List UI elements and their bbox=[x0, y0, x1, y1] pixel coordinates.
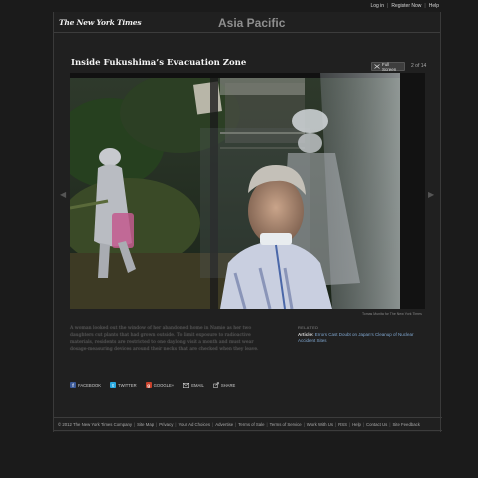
share-icon bbox=[213, 382, 219, 388]
google-plus-icon: g bbox=[145, 382, 152, 388]
full-screen-label: Full Screen bbox=[382, 61, 397, 72]
twitter-icon: t bbox=[110, 382, 117, 388]
footer-link-terms-of-service[interactable]: Terms of Service bbox=[270, 422, 302, 427]
footer-separator: | bbox=[156, 421, 158, 427]
masthead: The New York Times Asia Pacific bbox=[54, 12, 440, 33]
footer-separator: | bbox=[235, 421, 237, 427]
help-link[interactable]: Help bbox=[429, 3, 439, 9]
facebook-icon: f bbox=[70, 382, 76, 388]
share-tools: f FACEBOOK t TWITTER g GOOGLE+ EMAIL SHA… bbox=[70, 382, 235, 388]
email-icon bbox=[183, 382, 190, 388]
slideshow-headline: Inside Fukushima’s Evacuation Zone bbox=[71, 58, 247, 68]
photo-caption: A woman looked out the window of her aba… bbox=[70, 326, 259, 352]
related-label: RELATED bbox=[298, 325, 319, 330]
previous-arrow-icon[interactable]: ◀ bbox=[60, 190, 66, 199]
footer-separator: | bbox=[348, 421, 351, 427]
footer-separator: | bbox=[389, 421, 391, 427]
section-title: Asia Pacific bbox=[218, 16, 286, 30]
footer-link-contact-us[interactable]: Contact Us bbox=[366, 422, 387, 427]
share-email-label: EMAIL bbox=[191, 382, 204, 388]
top-utility-links: Log in | Register Now | Help bbox=[370, 3, 439, 9]
share-google-label: GOOGLE+ bbox=[153, 382, 175, 388]
footer: © 2012 The New York Times Company | Site … bbox=[54, 417, 442, 431]
footer-separator: | bbox=[212, 421, 214, 427]
footer-link-terms-of-sale[interactable]: Terms of Sale bbox=[238, 422, 264, 427]
footer-link-work-with-us[interactable]: Work With Us bbox=[307, 422, 333, 427]
separator: | bbox=[424, 3, 426, 9]
share-email-button[interactable]: EMAIL bbox=[183, 382, 204, 388]
footer-copyright: © 2012 The New York Times Company bbox=[58, 421, 133, 427]
share-twitter-button[interactable]: t TWITTER bbox=[110, 382, 137, 388]
footer-separator: | bbox=[175, 421, 177, 427]
footer-link-site-map[interactable]: Site Map bbox=[137, 422, 154, 427]
share-facebook-button[interactable]: f FACEBOOK bbox=[70, 382, 101, 388]
footer-link-site-feedback[interactable]: Site Feedback bbox=[392, 422, 419, 427]
footer-separator: | bbox=[303, 421, 305, 427]
related-article-type: Article: bbox=[298, 332, 314, 337]
register-link[interactable]: Register Now bbox=[391, 3, 421, 9]
share-more-label: SHARE bbox=[220, 382, 236, 388]
footer-link-rss[interactable]: RSS bbox=[338, 422, 347, 427]
full-screen-button[interactable]: Full Screen bbox=[371, 61, 405, 72]
footer-link-ad-choices[interactable]: Your Ad Choices bbox=[178, 422, 210, 427]
footer-separator: | bbox=[134, 421, 136, 427]
login-link[interactable]: Log in bbox=[370, 3, 384, 9]
related-article[interactable]: Article: Errors Cast Doubt on Japan’s Cl… bbox=[298, 332, 428, 344]
photo-credit: Tomas Munita for The New York Times bbox=[362, 312, 422, 316]
expand-icon bbox=[374, 63, 380, 70]
footer-link-help[interactable]: Help bbox=[352, 422, 361, 427]
share-google-button[interactable]: g GOOGLE+ bbox=[145, 382, 175, 388]
footer-separator: | bbox=[362, 421, 365, 427]
nyt-logo[interactable]: The New York Times bbox=[59, 18, 142, 27]
share-facebook-label: FACEBOOK bbox=[78, 382, 102, 388]
separator: | bbox=[387, 3, 389, 9]
footer-link-privacy[interactable]: Privacy bbox=[159, 422, 173, 427]
slideshow-photo bbox=[70, 73, 425, 309]
next-arrow-icon[interactable]: ▶ bbox=[428, 190, 434, 199]
related-box: RELATED Article: Errors Cast Doubt on Ja… bbox=[298, 325, 428, 344]
slideshow-frame: The New York Times Asia Pacific Inside F… bbox=[53, 12, 442, 432]
related-article-link[interactable]: Errors Cast Doubt on Japan’s Cleanup of … bbox=[298, 332, 414, 343]
footer-separator: | bbox=[266, 421, 268, 427]
footer-separator: | bbox=[334, 421, 337, 427]
share-twitter-label: TWITTER bbox=[118, 382, 137, 388]
footer-link-advertise[interactable]: Advertise bbox=[215, 422, 233, 427]
slide-counter: 2 of 14 bbox=[411, 63, 427, 69]
share-more-button[interactable]: SHARE bbox=[213, 382, 235, 388]
